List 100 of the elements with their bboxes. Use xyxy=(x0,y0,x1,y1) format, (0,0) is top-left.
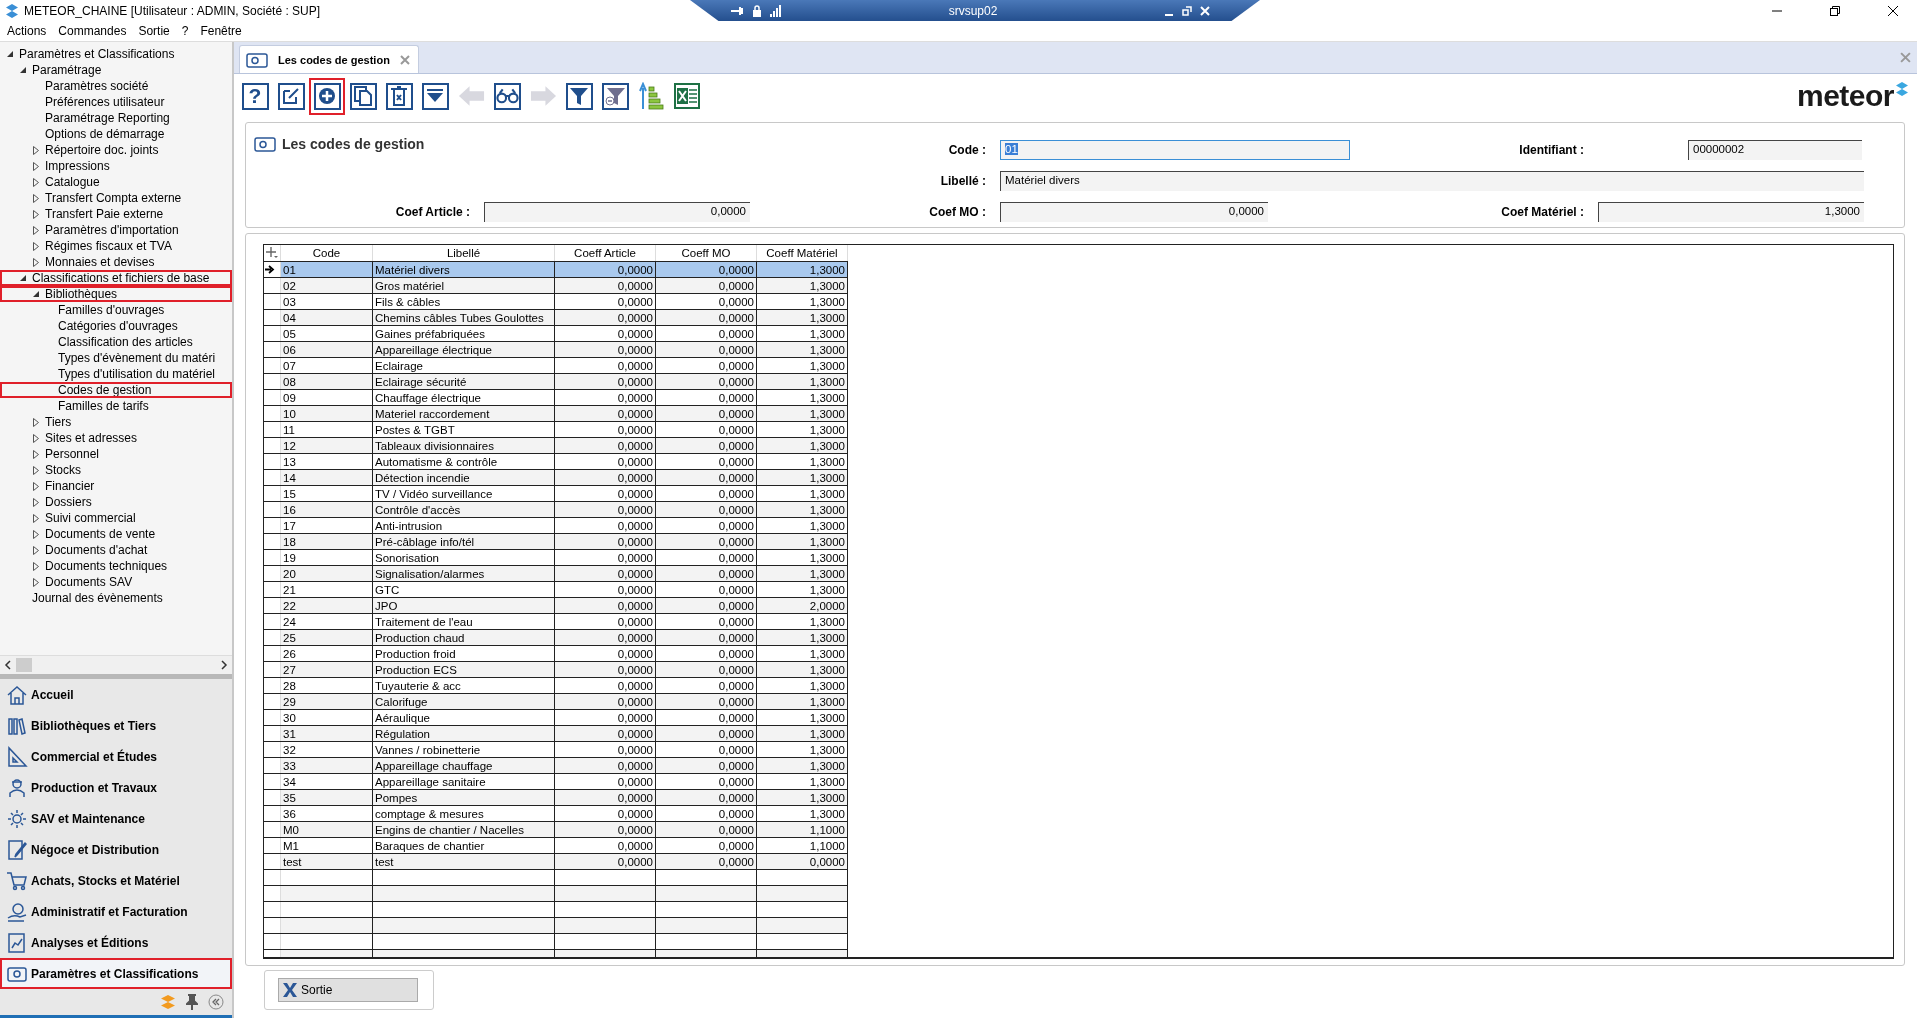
table-row[interactable]: test test 0,0000 0,0000 0,0000 xyxy=(264,853,848,870)
tree-item[interactable]: Transfert Compta externe xyxy=(0,190,232,206)
coefficient-field[interactable]: 1,3000 xyxy=(1598,202,1864,222)
tree-item[interactable]: Bibliothèques xyxy=(0,286,232,302)
expanded-arrow-icon[interactable] xyxy=(19,66,27,74)
tree-item[interactable]: Dossiers xyxy=(0,494,232,510)
table-row[interactable]: 26 Production froid 0,0000 0,0000 1,3000 xyxy=(264,645,848,662)
tree-item[interactable]: Documents de vente xyxy=(0,526,232,542)
collapsed-arrow-icon[interactable] xyxy=(32,417,40,427)
table-row[interactable]: 01 Matériel divers 0,0000 0,0000 1,3000 xyxy=(264,261,848,278)
expanded-arrow-icon[interactable] xyxy=(6,50,14,58)
collapsed-arrow-icon[interactable] xyxy=(32,241,40,251)
nav-item[interactable]: SAV et Maintenance xyxy=(0,803,232,834)
tree-item[interactable]: Tiers xyxy=(0,414,232,430)
collapsed-arrow-icon[interactable] xyxy=(32,513,40,523)
tree-item[interactable]: Paramètres société xyxy=(0,78,232,94)
table-row[interactable]: 16 Contrôle d'accès 0,0000 0,0000 1,3000 xyxy=(264,501,848,518)
table-row[interactable]: 34 Appareillage sanitaire 0,0000 0,0000 1,3000 xyxy=(264,773,848,790)
collapsed-arrow-icon[interactable] xyxy=(32,177,40,187)
restore-icon[interactable] xyxy=(1829,4,1841,17)
collapsed-arrow-icon[interactable] xyxy=(32,561,40,571)
table-row[interactable]: M0 Engins de chantier / Nacelles 0,0000 0,0000 1,1000 xyxy=(264,821,848,838)
nav-item[interactable]: Négoce et Distribution xyxy=(0,834,232,865)
table-row[interactable]: 19 Sonorisation 0,0000 0,0000 1,3000 xyxy=(264,549,848,566)
collapsed-arrow-icon[interactable] xyxy=(32,145,40,155)
restore-icon[interactable] xyxy=(1182,5,1192,16)
table-row[interactable]: 21 GTC 0,0000 0,0000 1,3000 xyxy=(264,581,848,598)
expanded-arrow-icon[interactable] xyxy=(19,274,27,282)
scroll-left-icon[interactable] xyxy=(4,660,12,670)
tree-item[interactable]: Paramètres d'importation xyxy=(0,222,232,238)
table-row[interactable]: 13 Automatisme & contrôle 0,0000 0,0000 1,3000 xyxy=(264,453,848,470)
table-row[interactable]: M1 Baraques de chantier 0,0000 0,0000 1,1000 xyxy=(264,837,848,854)
collapsed-arrow-icon[interactable] xyxy=(32,529,40,539)
tree-item[interactable]: Documents techniques xyxy=(0,558,232,574)
collapsed-arrow-icon[interactable] xyxy=(32,545,40,555)
tree-item[interactable]: Catalogue xyxy=(0,174,232,190)
tree-item[interactable]: Catégories d'ouvrages xyxy=(0,318,232,334)
tree-item[interactable]: Répertoire doc. joints xyxy=(0,142,232,158)
coefficient-field[interactable]: 0,0000 xyxy=(484,202,750,222)
splitter-handle[interactable] xyxy=(0,674,232,679)
tree-item[interactable]: Journal des évènements xyxy=(0,590,232,606)
tree-item[interactable]: Transfert Paie externe xyxy=(0,206,232,222)
tree-item[interactable]: Stocks xyxy=(0,462,232,478)
collapsed-arrow-icon[interactable] xyxy=(32,209,40,219)
table-row[interactable]: 20 Signalisation/alarmes 0,0000 0,0000 1,3000 xyxy=(264,565,848,582)
column-header[interactable]: Coeff Article xyxy=(554,245,656,262)
add-button[interactable] xyxy=(309,77,345,115)
menu-item[interactable]: Commandes xyxy=(58,24,127,38)
collapsed-arrow-icon[interactable] xyxy=(32,433,40,443)
nav-item[interactable]: Accueil xyxy=(0,679,232,710)
nav-item[interactable]: Analyses et Éditions xyxy=(0,927,232,958)
signal-icon[interactable] xyxy=(770,4,782,17)
table-row[interactable]: 08 Eclairage sécurité 0,0000 0,0000 1,3000 xyxy=(264,373,848,390)
table-row[interactable]: 11 Postes & TGBT 0,0000 0,0000 1,3000 xyxy=(264,421,848,438)
table-row[interactable]: 33 Appareillage chauffage 0,0000 0,0000 1,3000 xyxy=(264,757,848,774)
tree-item[interactable]: Suivi commercial xyxy=(0,510,232,526)
nav-item[interactable]: Achats, Stocks et Matériel xyxy=(0,865,232,896)
table-row[interactable]: 28 Tuyauterie & acc 0,0000 0,0000 1,3000 xyxy=(264,677,848,694)
label-field[interactable]: Matériel divers xyxy=(1000,171,1864,191)
table-row[interactable]: 02 Gros matériel 0,0000 0,0000 1,3000 xyxy=(264,277,848,294)
menu-item[interactable]: Actions xyxy=(7,24,47,38)
menu-item[interactable]: Fenêtre xyxy=(200,24,242,38)
exit-button[interactable]: Sortie xyxy=(278,978,418,1002)
table-row[interactable]: 07 Eclairage 0,0000 0,0000 1,3000 xyxy=(264,357,848,374)
nav-item[interactable]: Administratif et Facturation xyxy=(0,896,232,927)
table-row[interactable]: 18 Pré-câblage info/tél 0,0000 0,0000 1,3000 xyxy=(264,533,848,550)
collapsed-arrow-icon[interactable] xyxy=(32,161,40,171)
table-row[interactable]: 22 JPO 0,0000 0,0000 2,0000 xyxy=(264,597,848,614)
table-row[interactable]: 17 Anti-intrusion 0,0000 0,0000 1,3000 xyxy=(264,517,848,534)
tree-item[interactable]: Classification des articles xyxy=(0,334,232,350)
tree-item[interactable]: Préférences utilisateur xyxy=(0,94,232,110)
collapsed-arrow-icon[interactable] xyxy=(32,193,40,203)
column-header[interactable]: Coeff Matériel xyxy=(756,245,848,262)
tree-item[interactable]: Familles d'ouvrages xyxy=(0,302,232,318)
tree-item[interactable]: Régimes fiscaux et TVA xyxy=(0,238,232,254)
tree-item[interactable]: Documents SAV xyxy=(0,574,232,590)
scroll-right-icon[interactable] xyxy=(220,660,228,670)
table-row[interactable]: 25 Production chaud 0,0000 0,0000 1,3000 xyxy=(264,629,848,646)
tree-item[interactable]: Monnaies et devises xyxy=(0,254,232,270)
close-icon[interactable] xyxy=(1887,4,1899,17)
tree-item[interactable]: Financier xyxy=(0,478,232,494)
nav-item[interactable]: Production et Travaux xyxy=(0,772,232,803)
collapsed-arrow-icon[interactable] xyxy=(32,225,40,235)
scrollbar-thumb[interactable] xyxy=(16,658,32,672)
table-row[interactable]: 30 Aéraulique 0,0000 0,0000 1,3000 xyxy=(264,709,848,726)
menu-item[interactable]: ? xyxy=(181,24,189,38)
nav-item[interactable]: Commercial et Études xyxy=(0,741,232,772)
tree-item[interactable]: Personnel xyxy=(0,446,232,462)
tree-item[interactable]: Paramétrage xyxy=(0,62,232,78)
table-row[interactable]: 35 Pompes 0,0000 0,0000 1,3000 xyxy=(264,789,848,806)
pin-icon[interactable] xyxy=(186,994,198,1010)
tree-item[interactable]: Codes de gestion xyxy=(0,382,232,398)
tree-item[interactable]: Familles de tarifs xyxy=(0,398,232,414)
menu-item[interactable]: Sortie xyxy=(138,24,170,38)
tree-item[interactable]: Classifications et fichiers de base xyxy=(0,270,232,286)
collapse-icon[interactable] xyxy=(208,994,224,1010)
table-row[interactable]: 31 Régulation 0,0000 0,0000 1,3000 xyxy=(264,725,848,742)
column-header[interactable]: Libellé xyxy=(372,245,555,262)
column-header[interactable]: Coeff MO xyxy=(655,245,757,262)
tree-item[interactable]: Impressions xyxy=(0,158,232,174)
